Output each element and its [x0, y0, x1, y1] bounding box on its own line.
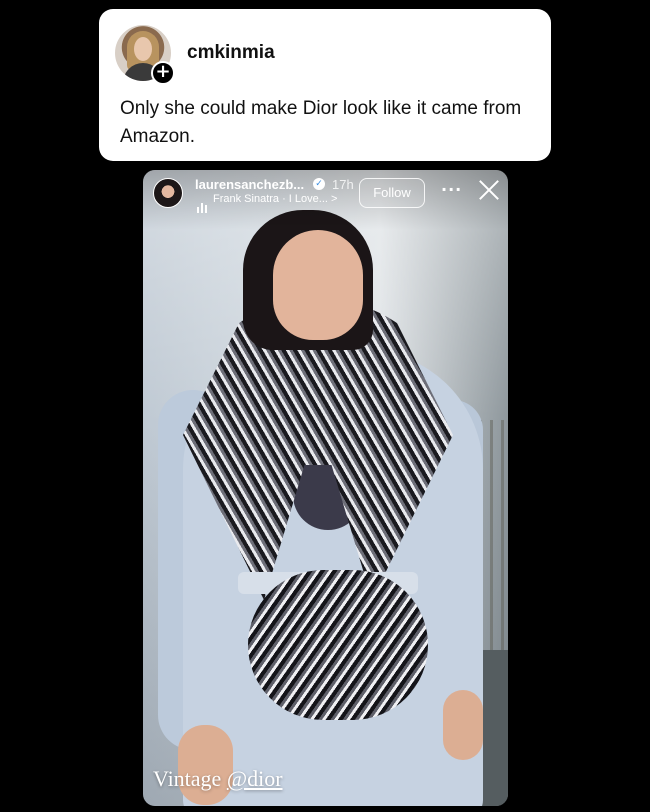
story-music-label[interactable]: Frank Sinatra · I Love... >	[213, 193, 337, 205]
figure-face	[273, 230, 363, 340]
story-username[interactable]: laurensanchezb...	[195, 177, 304, 192]
story-timestamp: 17h	[332, 177, 354, 192]
story-avatar[interactable]	[153, 178, 183, 208]
figure-right-hand	[443, 690, 483, 760]
close-icon[interactable]	[478, 179, 500, 201]
caption-mention[interactable]: @dior	[227, 766, 283, 791]
fur-wrap	[248, 570, 428, 720]
avatar-face	[134, 37, 152, 61]
post-card: + cmkinmia Only she could make Dior look…	[99, 9, 551, 161]
post-text: Only she could make Dior look like it ca…	[120, 98, 522, 147]
story-caption: Vintage @dior	[153, 766, 283, 792]
plus-icon[interactable]: +	[151, 61, 175, 85]
caption-text: Vintage	[153, 766, 227, 791]
more-horizontal-icon[interactable]: ···	[441, 180, 462, 199]
music-bars-icon	[197, 195, 209, 213]
story-viewer[interactable]: laurensanchezb... ✓ 17h Frank Sinatra · …	[143, 170, 508, 806]
post-username[interactable]: cmkinmia	[187, 42, 275, 64]
figure-left-hand	[178, 725, 233, 805]
follow-button[interactable]: Follow	[359, 178, 425, 208]
verified-badge-icon: ✓	[313, 178, 325, 190]
